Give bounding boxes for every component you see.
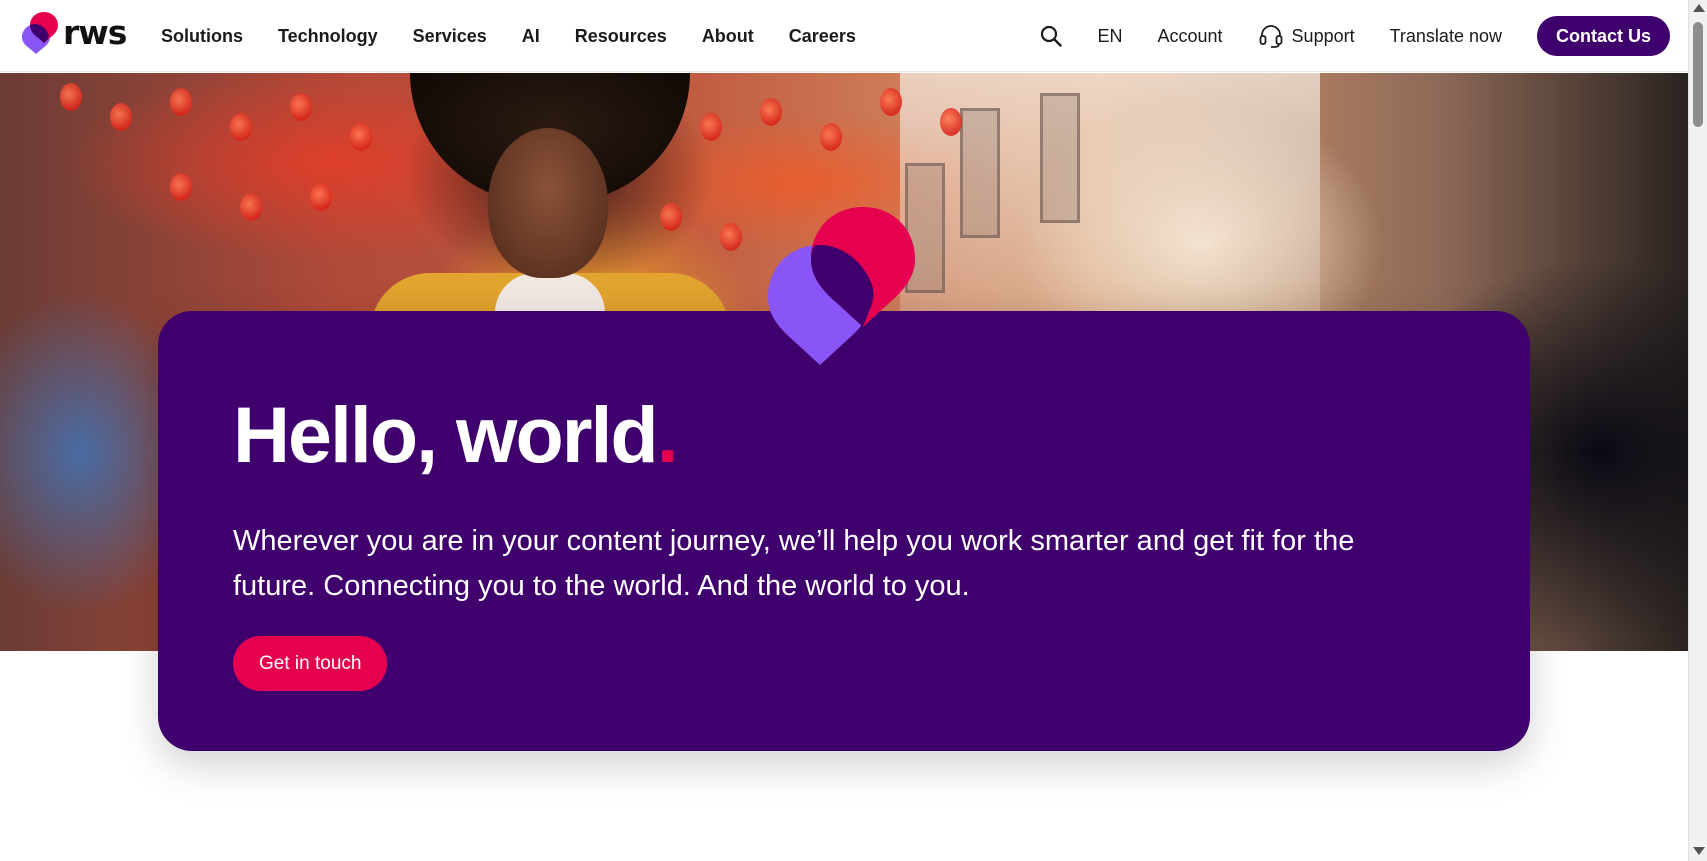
nav-careers[interactable]: Careers <box>789 26 856 47</box>
lantern <box>60 83 82 111</box>
lantern <box>170 173 192 201</box>
hero-person-face <box>488 128 608 278</box>
translate-now-link[interactable]: Translate now <box>1390 26 1502 47</box>
search-icon[interactable] <box>1039 24 1063 48</box>
hero-window <box>960 108 1000 238</box>
lantern <box>240 193 262 221</box>
get-in-touch-button[interactable]: Get in touch <box>233 636 388 691</box>
scroll-up-arrow-icon[interactable] <box>1693 4 1705 12</box>
rws-logo[interactable]: rws <box>22 10 127 54</box>
lantern <box>700 113 722 141</box>
lantern <box>760 98 782 126</box>
nav-services[interactable]: Services <box>413 26 487 47</box>
hero-description: Wherever you are in your content journey… <box>233 525 1355 602</box>
headset-icon <box>1259 25 1282 48</box>
utility-nav: EN Account Support Translate now Contact… <box>1039 0 1670 72</box>
lantern <box>290 93 312 121</box>
nav-ai[interactable]: AI <box>522 26 540 47</box>
nav-technology[interactable]: Technology <box>278 26 378 47</box>
main-nav: Solutions Technology Services AI Resourc… <box>161 0 891 72</box>
lantern <box>940 108 962 136</box>
scroll-thumb[interactable] <box>1693 22 1703 127</box>
lantern <box>660 203 682 231</box>
lantern <box>110 103 132 131</box>
nav-about[interactable]: About <box>702 26 754 47</box>
support-label: Support <box>1291 25 1355 46</box>
lantern <box>880 88 902 116</box>
lantern <box>720 223 742 251</box>
site-header: rws Solutions Technology Services AI Res… <box>0 0 1688 72</box>
hero-title-dot: . <box>656 390 679 479</box>
contact-us-button[interactable]: Contact Us <box>1536 16 1670 56</box>
rws-logo-icon <box>22 12 58 54</box>
account-link[interactable]: Account <box>1158 26 1223 47</box>
rws-mark-icon <box>768 207 915 365</box>
nav-solutions[interactable]: Solutions <box>161 26 243 47</box>
lantern <box>170 88 192 116</box>
language-selector[interactable]: EN <box>1097 26 1122 47</box>
support-link[interactable]: Support <box>1258 23 1355 49</box>
hero-window <box>1040 93 1080 223</box>
lantern <box>310 183 332 211</box>
lantern <box>820 123 842 151</box>
page-scrollbar[interactable] <box>1688 0 1707 861</box>
nav-resources[interactable]: Resources <box>575 26 667 47</box>
lantern <box>350 123 372 151</box>
logo-text: rws <box>63 12 127 52</box>
lantern <box>230 113 252 141</box>
hero-title: Hello, world. <box>233 395 679 474</box>
hero-title-text: Hello, world <box>233 390 659 479</box>
scroll-down-arrow-icon[interactable] <box>1693 847 1705 855</box>
